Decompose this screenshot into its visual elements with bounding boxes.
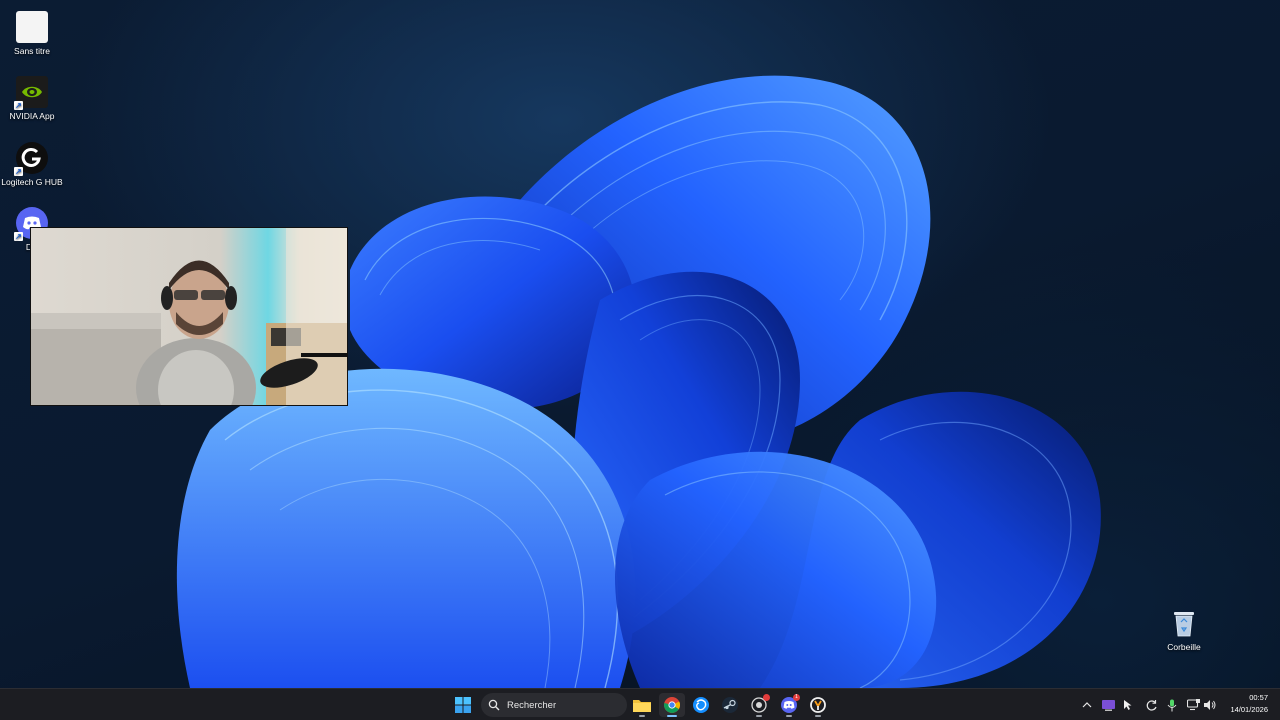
webcam-feed <box>31 228 347 405</box>
desktop-icon-label: Sans titre <box>14 46 50 56</box>
windows-start-icon <box>455 697 471 713</box>
desktop-icon-logitech-g-hub[interactable]: ↗ Logitech G HUB <box>0 142 64 187</box>
taskbar-chrome[interactable] <box>659 693 685 717</box>
tray-cursor-button[interactable] <box>1121 697 1137 713</box>
taskbar-file-explorer[interactable] <box>629 693 655 717</box>
tray-app-icon <box>1101 699 1115 711</box>
running-indicator <box>756 715 762 717</box>
nvidia-icon: ↗ <box>14 76 48 110</box>
network-icon <box>1186 699 1200 711</box>
taskbar-discord[interactable]: 1 <box>776 693 802 717</box>
battlenet-icon <box>693 697 709 713</box>
desktop-icon-nvidia-app[interactable]: ↗ NVIDIA App <box>0 76 64 121</box>
running-indicator <box>786 715 792 717</box>
taskbar-clock[interactable]: 00:57 14/01/2026 <box>1230 692 1268 716</box>
sync-icon <box>1146 699 1157 711</box>
start-button[interactable] <box>450 693 476 717</box>
taskbar-steam[interactable] <box>717 693 743 717</box>
tray-app-button[interactable] <box>1100 697 1116 713</box>
notification-badge <box>763 694 770 701</box>
taskbar-github-desktop[interactable] <box>746 693 772 717</box>
overwatch-icon <box>810 697 826 713</box>
clock-time: 00:57 <box>1249 693 1268 702</box>
taskbar-battlenet[interactable] <box>688 693 714 717</box>
discord-notification-badge: 1 <box>793 694 800 701</box>
mouse-pointer-icon <box>1124 700 1132 710</box>
taskbar-search-box[interactable]: Rechercher <box>481 693 627 717</box>
search-icon <box>488 699 500 711</box>
show-hidden-icons-button[interactable] <box>1079 697 1095 713</box>
steam-icon <box>722 697 738 713</box>
recycle-bin-icon <box>1168 607 1200 639</box>
logitech-g-icon: ↗ <box>14 142 48 176</box>
desktop-icon-corbeille[interactable]: Corbeille <box>1152 607 1216 652</box>
microphone-icon <box>1167 699 1177 711</box>
desktop-icon-label: NVIDIA App <box>9 111 55 121</box>
clock-date: 14/01/2026 <box>1230 705 1268 714</box>
file-explorer-icon <box>633 700 651 712</box>
running-indicator <box>815 715 821 717</box>
search-placeholder: Rechercher <box>507 699 557 711</box>
volume-icon <box>1204 700 1216 710</box>
blank-document-icon <box>16 11 48 43</box>
desktop-icon-label: Logitech G HUB <box>1 177 63 187</box>
chevron-up-icon <box>1082 702 1092 708</box>
running-indicator <box>639 715 645 717</box>
tray-volume-button[interactable] <box>1202 697 1218 713</box>
tray-network-button[interactable] <box>1185 697 1201 713</box>
chrome-icon <box>664 697 680 713</box>
tray-microphone-button[interactable] <box>1164 697 1180 713</box>
desktop-icon-label: Corbeille <box>1167 642 1201 652</box>
tray-sync-button[interactable] <box>1143 697 1159 713</box>
webcam-overlay <box>30 227 348 406</box>
taskbar: Rechercher 1 00:57 14/01/2026 <box>0 688 1280 720</box>
desktop-icon-sans-titre[interactable]: Sans titre <box>0 11 64 56</box>
taskbar-overwatch[interactable] <box>805 693 831 717</box>
running-indicator <box>667 715 677 717</box>
